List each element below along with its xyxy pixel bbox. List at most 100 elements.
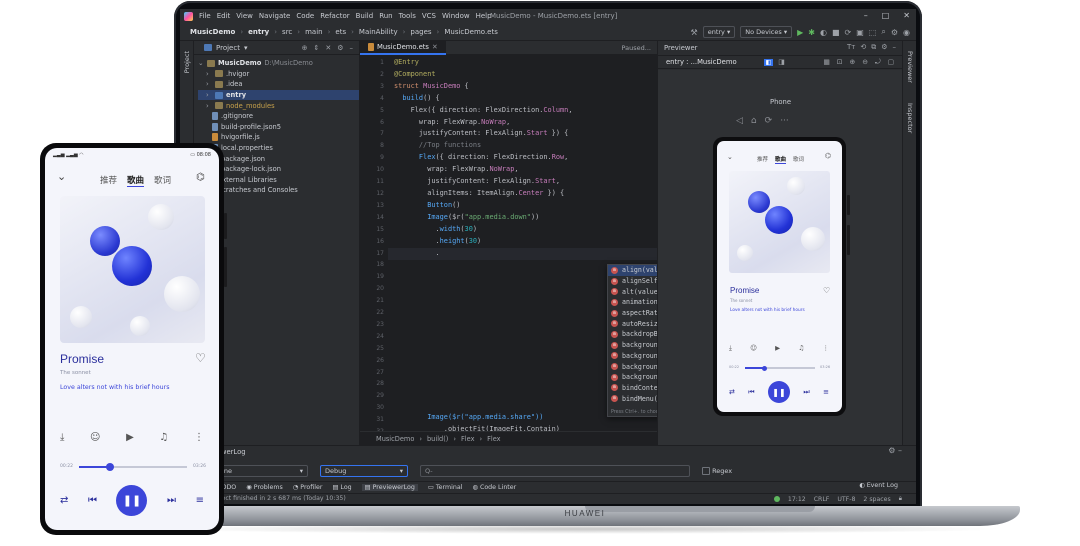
tab-songs[interactable]: 歌曲 <box>127 174 145 187</box>
tree-item-hvigorfile[interactable]: hvigorfile.js <box>198 132 359 143</box>
inspector-tool-tab[interactable]: Inspector <box>906 103 914 133</box>
log-device-select[interactable]: None▾ <box>210 465 308 477</box>
settings-icon[interactable]: ⚙ – <box>888 446 902 455</box>
breadcrumb-item[interactable]: pages <box>410 28 431 36</box>
maximize-icon[interactable]: □ <box>882 11 890 20</box>
crumb-item[interactable]: Flex <box>461 435 474 443</box>
breadcrumb-item[interactable]: MusicDemo <box>190 28 235 36</box>
editor-tab-musicdemo[interactable]: MusicDemo.ets ✕ <box>360 40 446 55</box>
tab-profiler[interactable]: ◔ Profiler <box>293 484 323 491</box>
tab-terminal[interactable]: ▭ Terminal <box>428 484 463 491</box>
comment-icon[interactable]: ☺ <box>90 432 100 443</box>
settings-icon[interactable]: ⚙ <box>337 44 343 52</box>
hide-icon[interactable]: – <box>893 43 897 52</box>
project-tool-tab[interactable]: Project <box>183 51 191 73</box>
menu-file[interactable]: File <box>199 12 211 20</box>
menu-refactor[interactable]: Refactor <box>320 12 349 20</box>
menu-build[interactable]: Build <box>356 12 374 20</box>
tab-lyrics[interactable]: 歌词 <box>154 174 171 187</box>
more-icon[interactable]: ⋮ <box>194 432 204 443</box>
update-icon[interactable]: ◉ <box>903 28 910 37</box>
log-search-input[interactable]: Q- <box>420 465 690 477</box>
heart-icon[interactable]: ♡ <box>823 286 830 295</box>
regex-option[interactable]: Regex <box>702 467 732 475</box>
menu-navigate[interactable]: Navigate <box>259 12 290 20</box>
event-log-button[interactable]: ◐ Event Log <box>859 482 898 489</box>
tab-log[interactable]: ▤ Log <box>332 484 351 491</box>
more-icon[interactable]: ··· <box>780 116 789 126</box>
tree-item-entry[interactable]: › entry <box>198 89 359 101</box>
refresh-icon[interactable]: ⟲ <box>860 43 866 52</box>
menu-tools[interactable]: Tools <box>399 12 416 20</box>
pause-button[interactable]: ❚❚ <box>768 381 790 403</box>
collapse-all-icon[interactable]: ⇕ <box>313 44 319 52</box>
rotate-icon[interactable]: ⤾ <box>875 58 881 67</box>
bell-icon[interactable]: ♫ <box>159 432 168 443</box>
repeat-icon[interactable]: ⇄ <box>729 388 735 396</box>
regex-checkbox[interactable] <box>702 467 710 475</box>
minimize-icon[interactable]: – <box>864 11 868 20</box>
pause-button[interactable]: ❚❚ <box>116 485 148 516</box>
next-icon[interactable]: ⏭︎ <box>803 388 809 397</box>
file-encoding[interactable]: UTF-8 <box>837 496 855 503</box>
stop-icon[interactable]: ■ <box>832 28 840 37</box>
indent-setting[interactable]: 2 spaces <box>863 496 890 503</box>
tab-lyrics[interactable]: 歌词 <box>793 155 804 164</box>
breadcrumb-item[interactable]: entry <box>248 28 269 36</box>
tree-item-idea[interactable]: › .idea <box>198 79 359 90</box>
breadcrumb-item[interactable]: main <box>305 28 323 36</box>
device-manager-icon[interactable]: ▣ <box>856 28 864 37</box>
device-select[interactable]: No Devices ▾ <box>740 26 793 38</box>
grid-icon[interactable]: ▦ <box>823 58 829 67</box>
zoom-out-icon[interactable]: ⊖ <box>862 58 868 67</box>
hammer-icon[interactable]: ⚒ <box>691 28 698 37</box>
playlist-icon[interactable]: ≡ <box>196 495 204 506</box>
tab-songs[interactable]: 歌曲 <box>775 155 787 164</box>
download-icon[interactable]: ⤓ <box>60 432 64 443</box>
menu-run[interactable]: Run <box>379 12 392 20</box>
menu-edit[interactable]: Edit <box>217 12 231 20</box>
tree-item-gitignore[interactable]: .gitignore <box>198 111 359 122</box>
playlist-icon[interactable]: ≡ <box>823 388 829 396</box>
multi-device-icon[interactable]: ⧉ <box>871 43 876 52</box>
heart-icon[interactable]: ♡ <box>195 351 206 365</box>
chevron-down-icon[interactable]: ⌄ <box>57 170 66 183</box>
locate-icon[interactable]: ⊕ <box>302 44 308 52</box>
progress-knob[interactable] <box>761 365 767 371</box>
zoom-in-icon[interactable]: ⊕ <box>850 58 856 67</box>
toggle-icon[interactable]: ◨ <box>778 58 784 66</box>
tree-item-hvigor[interactable]: › .hvigor <box>198 69 359 80</box>
previewer-route[interactable]: entry : ...MusicDemo <box>666 58 737 66</box>
breadcrumb-item[interactable]: MainAbility <box>359 28 398 36</box>
breadcrumb-item[interactable]: src <box>282 28 292 36</box>
inspector-toggle-icon[interactable]: ◧ <box>763 58 774 66</box>
download-icon[interactable]: ⤓ <box>729 344 732 353</box>
repeat-icon[interactable]: ⇄ <box>60 495 68 506</box>
menu-vcs[interactable]: VCS <box>422 12 436 20</box>
tab-previewer-log[interactable]: ▤ PreviewerLog <box>361 484 418 491</box>
progress-bar[interactable] <box>79 463 187 471</box>
sdk-manager-icon[interactable]: ⬚ <box>869 28 877 37</box>
run-icon[interactable]: ▶ <box>797 28 803 37</box>
menu-window[interactable]: Window <box>442 12 470 20</box>
previewer-tool-tab[interactable]: Previewer <box>906 51 914 83</box>
log-level-select[interactable]: Debug ▾ <box>320 465 408 477</box>
fit-icon[interactable]: ⊡ <box>837 58 843 67</box>
tree-item-node-modules[interactable]: › node_modules <box>198 100 359 111</box>
close-panel-icon[interactable]: ✕ <box>325 44 331 52</box>
progress-knob[interactable] <box>106 463 115 471</box>
back-icon[interactable]: ◁ <box>736 116 743 126</box>
search-icon[interactable]: ⌕ <box>881 27 885 37</box>
code-content[interactable]: @Entry @Component struct MusicDemo { bui… <box>394 57 656 259</box>
menu-code[interactable]: Code <box>296 12 314 20</box>
chevron-down-icon[interactable]: ▾ <box>244 44 248 52</box>
text-size-icon[interactable]: Tт <box>847 43 855 52</box>
progress-bar[interactable] <box>745 365 815 371</box>
close-tab-icon[interactable]: ✕ <box>432 43 438 51</box>
comment-icon[interactable]: ☺ <box>750 344 757 353</box>
share-icon[interactable]: ⌬ <box>196 172 205 183</box>
previous-icon[interactable]: ⏮︎ <box>88 495 97 506</box>
tree-item-build-profile[interactable]: build-profile.json5 <box>198 122 359 133</box>
settings-icon[interactable]: ⚙ <box>881 43 887 52</box>
tab-code-linter[interactable]: ◍ Code Linter <box>472 484 516 491</box>
